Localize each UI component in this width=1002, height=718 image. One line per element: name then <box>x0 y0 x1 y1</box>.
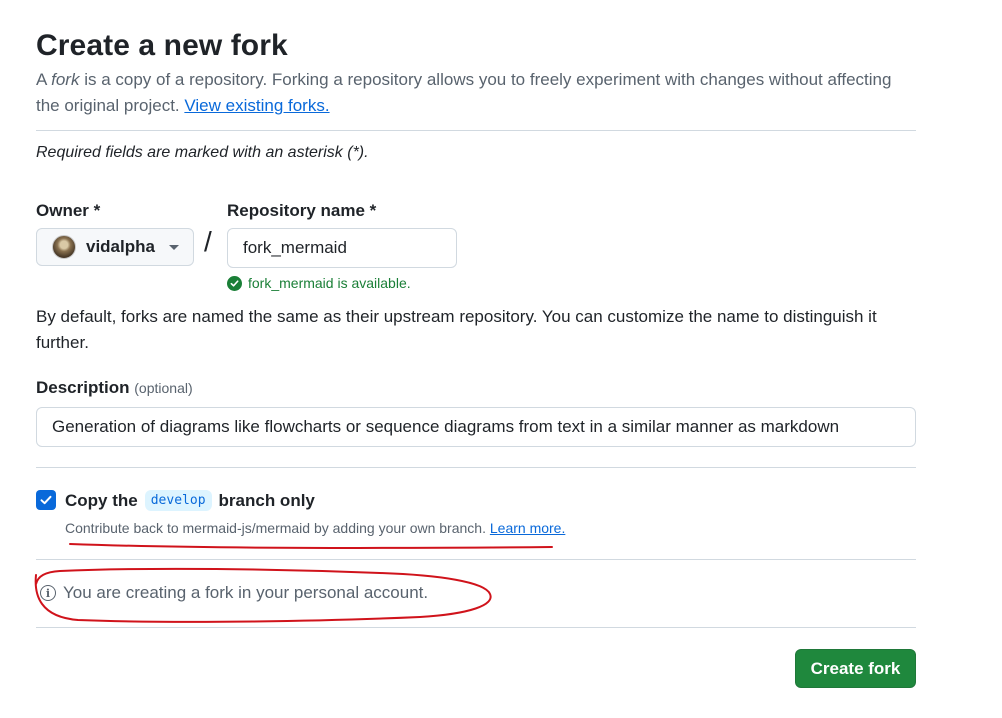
owner-label: Owner * <box>36 201 101 220</box>
description-label: Description (optional) <box>36 378 193 397</box>
owner-name: vidalpha <box>86 237 155 256</box>
avatar <box>52 235 76 259</box>
required-fields-note: Required fields are marked with an aster… <box>36 144 369 161</box>
fork-page: Create a new fork A fork is a copy of a … <box>36 28 916 688</box>
view-existing-forks-link[interactable]: View existing forks. <box>184 96 329 115</box>
red-underline-annotation <box>69 543 553 549</box>
intro-text: A fork is a copy of a repository. Forkin… <box>36 70 892 115</box>
availability-text: fork_mermaid is available. <box>248 275 411 291</box>
checkmark-icon <box>40 495 52 505</box>
copy-branch-checkbox[interactable] <box>36 490 56 510</box>
optional-tag: (optional) <box>134 380 193 396</box>
personal-account-notice: i You are creating a fork in your person… <box>40 583 428 603</box>
divider <box>36 559 916 560</box>
divider <box>36 130 916 131</box>
create-fork-button[interactable]: Create fork <box>795 649 916 688</box>
check-circle-icon <box>227 275 242 291</box>
repository-name-label: Repository name * <box>227 201 377 220</box>
divider <box>36 627 916 628</box>
divider <box>36 467 916 468</box>
info-icon: i <box>40 585 56 601</box>
learn-more-link[interactable]: Learn more. <box>490 520 565 536</box>
owner-repo-separator: / <box>204 226 212 257</box>
copy-branch-label: Copy the develop branch only <box>65 490 315 511</box>
page-title: Create a new fork <box>36 29 288 62</box>
owner-dropdown[interactable]: vidalpha <box>36 228 194 266</box>
availability-status: fork_mermaid is available. <box>227 275 411 291</box>
chevron-down-icon <box>168 244 179 250</box>
default-name-note: By default, forks are named the same as … <box>36 307 877 352</box>
contribute-note: Contribute back to mermaid-js/mermaid by… <box>65 520 566 536</box>
fork-emphasis: fork <box>51 70 80 89</box>
branch-name-chip: develop <box>144 490 212 511</box>
description-input[interactable] <box>36 407 916 447</box>
repository-name-input[interactable] <box>227 228 457 268</box>
